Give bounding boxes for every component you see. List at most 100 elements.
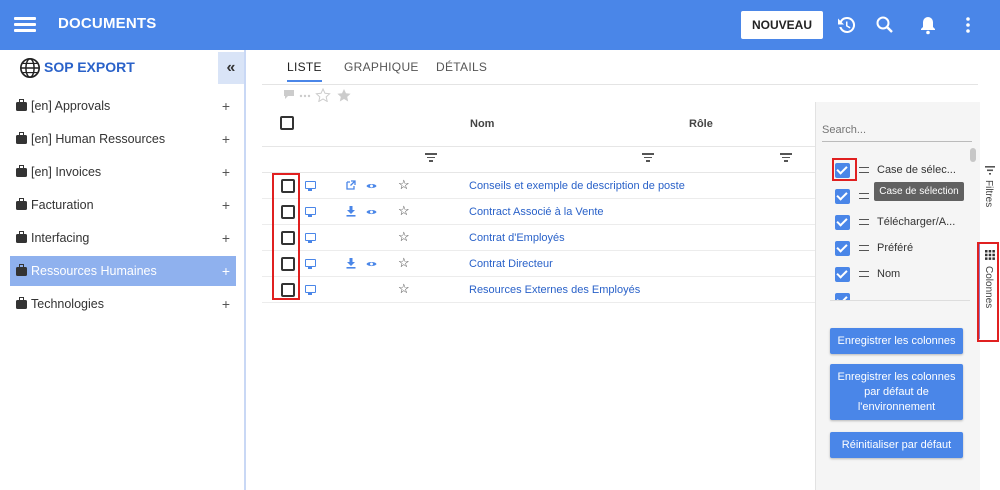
column-item-label: Case de sélec... xyxy=(877,164,956,176)
favorite-star-icon[interactable]: ☆ xyxy=(398,177,410,193)
sidebar-item-label: [en] Human Ressources xyxy=(31,132,166,146)
monitor-icon[interactable] xyxy=(305,181,316,191)
tabs-divider xyxy=(262,84,978,85)
briefcase-icon xyxy=(16,197,27,210)
save-columns-button[interactable]: Enregistrer les colonnes xyxy=(830,328,963,354)
document-name-link[interactable]: Resources Externes des Employés xyxy=(469,284,640,296)
table-row[interactable]: ☆ Contract Associé à la Vente xyxy=(262,199,815,225)
document-name-link[interactable]: Conseils et exemple de description de po… xyxy=(469,180,685,192)
column-item-label: Préféré xyxy=(877,242,914,254)
top-app-bar: DOCUMENTS NOUVEAU xyxy=(0,0,1000,50)
column-header-nom[interactable]: Nom xyxy=(470,118,494,130)
column-header-role[interactable]: Rôle xyxy=(689,118,713,130)
download-icon[interactable] xyxy=(346,206,356,217)
monitor-icon[interactable] xyxy=(305,233,316,243)
drag-handle-icon[interactable] xyxy=(859,167,869,173)
favorite-star-icon[interactable]: ☆ xyxy=(398,281,410,297)
expand-plus-icon[interactable]: + xyxy=(222,197,230,213)
header-divider xyxy=(262,146,815,147)
save-default-columns-button[interactable]: Enregistrer les colonnes par défaut de l… xyxy=(830,364,963,420)
tab-filtres-label: Filtres xyxy=(983,180,994,208)
open-external-icon[interactable] xyxy=(346,180,356,190)
favorite-star-icon[interactable]: ☆ xyxy=(398,229,410,245)
column-search-input[interactable] xyxy=(822,114,972,142)
monitor-icon[interactable] xyxy=(305,207,316,217)
highlight-box-row-checkboxes xyxy=(272,173,300,300)
document-name-link[interactable]: Contrat d'Employés xyxy=(469,232,565,244)
tab-liste[interactable]: LISTE xyxy=(287,60,322,82)
drag-handle-icon[interactable] xyxy=(859,193,869,199)
menu-icon[interactable] xyxy=(14,14,36,34)
document-name-link[interactable]: Contract Associé à la Vente xyxy=(469,206,604,218)
drag-handle-icon[interactable] xyxy=(859,219,869,225)
document-name-link[interactable]: Contrat Directeur xyxy=(469,258,553,270)
sidebar-item-facturation[interactable]: Facturation + xyxy=(10,190,236,220)
more-vert-icon[interactable] xyxy=(956,13,980,37)
eye-icon[interactable] xyxy=(366,208,377,216)
table-row[interactable]: ☆ Contrat Directeur xyxy=(262,251,815,277)
monitor-icon[interactable] xyxy=(305,285,316,295)
drag-handle-icon[interactable] xyxy=(859,271,869,277)
column-checkbox[interactable] xyxy=(835,214,850,230)
expand-plus-icon[interactable]: + xyxy=(222,131,230,147)
filter-icon[interactable] xyxy=(780,153,792,163)
tab-graphique[interactable]: GRAPHIQUE xyxy=(344,60,419,82)
sidebar-title: SOP EXPORT xyxy=(44,59,135,75)
column-item[interactable] xyxy=(835,288,967,300)
table-row[interactable]: ☆ Resources Externes des Employés xyxy=(262,277,815,303)
column-item[interactable]: Nom xyxy=(835,262,967,286)
column-item-label: Nom xyxy=(877,268,901,280)
highlight-box-selection-checkbox xyxy=(832,158,857,181)
filter-icon xyxy=(985,166,995,175)
column-list-scrollbar[interactable] xyxy=(970,148,976,298)
column-checkbox[interactable] xyxy=(835,240,850,256)
sidebar-item-ressources-humaines[interactable]: Ressources Humaines + xyxy=(10,256,236,286)
expand-plus-icon[interactable]: + xyxy=(222,98,230,114)
briefcase-icon xyxy=(16,230,27,243)
table-row[interactable]: ☆ Conseils et exemple de description de … xyxy=(262,173,815,199)
column-checkbox[interactable] xyxy=(835,188,850,204)
sidebar-item-en-approvals[interactable]: [en] Approvals + xyxy=(10,91,236,121)
globe-icon xyxy=(20,58,40,78)
bell-icon[interactable] xyxy=(916,13,940,37)
column-item[interactable]: Télécharger/A... xyxy=(835,210,967,234)
eye-icon[interactable] xyxy=(366,182,377,190)
briefcase-icon xyxy=(16,131,27,144)
expand-plus-icon[interactable]: + xyxy=(222,296,230,312)
sidebar-item-label: [en] Invoices xyxy=(31,165,102,179)
expand-plus-icon[interactable]: + xyxy=(222,230,230,246)
search-icon[interactable] xyxy=(873,13,897,37)
sidebar-item-label: Technologies xyxy=(31,297,104,311)
sidebar-item-label: Ressources Humaines xyxy=(31,264,157,278)
eye-icon[interactable] xyxy=(366,260,377,268)
favorite-star-icon[interactable]: ☆ xyxy=(398,255,410,271)
briefcase-icon xyxy=(16,296,27,309)
download-icon[interactable] xyxy=(346,258,356,269)
favorite-star-icon[interactable]: ☆ xyxy=(398,203,410,219)
sidebar-header: SOP EXPORT « xyxy=(0,50,244,86)
reset-default-button[interactable]: Réinitialiser par défaut xyxy=(830,432,963,458)
expand-plus-icon[interactable]: + xyxy=(222,164,230,180)
filter-icon[interactable] xyxy=(642,153,654,163)
sidebar-item-en-human-ressources[interactable]: [en] Human Ressources + xyxy=(10,124,236,154)
column-checkbox[interactable] xyxy=(835,266,850,282)
table-row[interactable]: ☆ Contrat d'Employés xyxy=(262,225,815,251)
briefcase-icon xyxy=(16,98,27,111)
select-all-checkbox[interactable] xyxy=(280,116,294,130)
sidebar-item-technologies[interactable]: Technologies + xyxy=(10,289,236,319)
collapse-sidebar-button[interactable]: « xyxy=(218,52,244,84)
sidebar-item-en-invoices[interactable]: [en] Invoices + xyxy=(10,157,236,187)
new-button[interactable]: NOUVEAU xyxy=(741,11,823,39)
monitor-icon[interactable] xyxy=(305,259,316,269)
tab-details[interactable]: DÉTAILS xyxy=(436,60,487,82)
column-list-divider xyxy=(830,300,970,301)
history-icon[interactable] xyxy=(834,13,858,37)
column-checkbox[interactable] xyxy=(835,292,850,300)
tab-filtres[interactable]: Filtres xyxy=(980,164,1000,224)
filter-icon[interactable] xyxy=(425,153,437,163)
sidebar-item-interfacing[interactable]: Interfacing + xyxy=(10,223,236,253)
comment-icon xyxy=(284,90,294,99)
expand-plus-icon[interactable]: + xyxy=(222,263,230,279)
drag-handle-icon[interactable] xyxy=(859,245,869,251)
column-item[interactable]: Préféré xyxy=(835,236,967,260)
